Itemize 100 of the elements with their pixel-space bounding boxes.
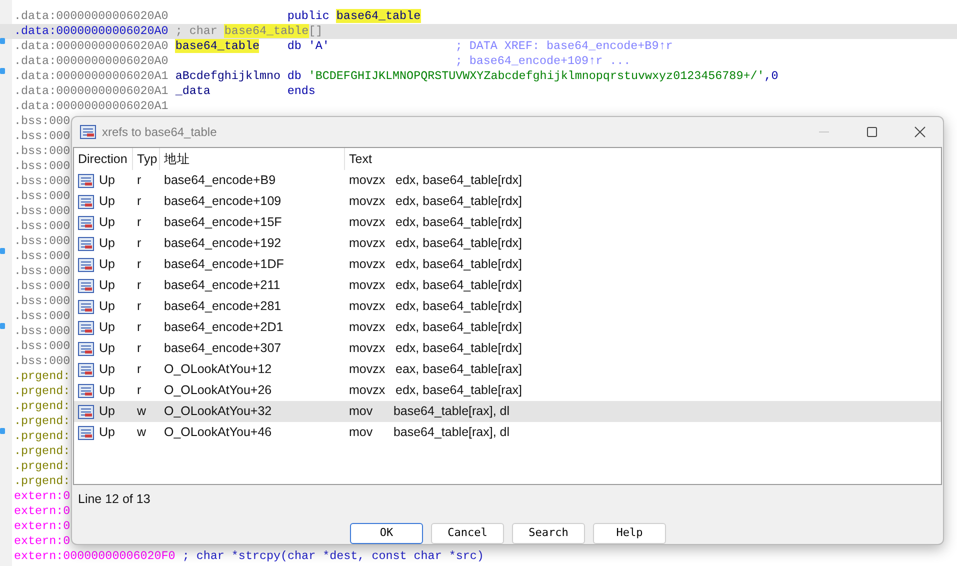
close-icon[interactable] bbox=[914, 126, 926, 138]
type-text: w bbox=[136, 403, 148, 420]
instruction-text: movzx edx, base64_table[rdx] bbox=[348, 319, 522, 336]
window-title: xrefs to base64_table bbox=[102, 124, 217, 141]
address-text: .prgend: bbox=[14, 458, 70, 475]
instruction-text: movzx edx, base64_table[rdx] bbox=[348, 340, 522, 358]
address-text: base64_encode+15F bbox=[163, 214, 283, 232]
address-text: O_OLookAtYou+46 bbox=[163, 424, 273, 442]
comment-text: ; char bbox=[175, 24, 218, 38]
code-text: db bbox=[287, 68, 302, 83]
address-text: .bss:000 bbox=[14, 188, 70, 205]
type-text: r bbox=[136, 256, 142, 274]
address-text: base64_encode+1DF bbox=[163, 256, 285, 274]
xref-list-icon bbox=[78, 300, 94, 314]
address-text: .data:00000000006020A0 bbox=[14, 22, 168, 40]
code-text: _data bbox=[175, 84, 210, 98]
address-text: extern:0 bbox=[14, 532, 70, 550]
code-text: 'BCDEFGHIJKLMNOPQRSTUVWXYZabcdefghijklmnopqrstuvwxyz0123456789+/' bbox=[308, 68, 764, 83]
address-text: .bss:000 bbox=[14, 308, 70, 325]
comment-text: base64_table bbox=[224, 24, 309, 38]
address-text: base64_encode+192 bbox=[163, 235, 282, 252]
address-text: .bss:000 bbox=[14, 158, 70, 175]
dialog-button[interactable]: Help bbox=[593, 523, 666, 544]
xref-list-icon bbox=[80, 125, 96, 139]
breakpoint-marker-icon bbox=[0, 428, 5, 434]
column-header[interactable]: Text bbox=[345, 148, 941, 170]
breakpoint-marker-icon bbox=[0, 38, 5, 44]
xref-row[interactable]: Up w O_OLookAtYou+32 mov base64_table[rax], dl bbox=[74, 401, 941, 422]
address-text: .bss:000 bbox=[14, 338, 70, 355]
dialog-button[interactable]: Cancel bbox=[431, 523, 504, 544]
comment-text: ; DATA XREF: base64_encode+B9↑r bbox=[455, 38, 673, 55]
instruction-text: movzx edx, base64_table[rdx] bbox=[348, 298, 522, 316]
address-text: .bss:000 bbox=[14, 262, 70, 280]
type-text: r bbox=[136, 382, 142, 400]
comment-text: ; base64_encode+109↑r ... bbox=[455, 52, 631, 70]
address-text: .prgend: bbox=[14, 442, 70, 460]
type-text: w bbox=[136, 424, 148, 442]
address-text: .bss:000 bbox=[14, 202, 70, 220]
address-text: .prgend: bbox=[14, 398, 70, 415]
type-text: r bbox=[136, 172, 142, 190]
instruction-text: mov base64_table[rax], dl bbox=[348, 403, 510, 420]
code-text: base64_table bbox=[175, 38, 260, 53]
address-text: extern:0 bbox=[14, 518, 70, 535]
direction-text: Up bbox=[99, 298, 115, 316]
direction-text: Up bbox=[99, 403, 115, 420]
address-text: .data:00000000006020A1 bbox=[14, 98, 168, 115]
comment-text: [] bbox=[308, 24, 323, 38]
xref-list-icon bbox=[78, 236, 94, 250]
instruction-text: movzx edx, base64_table[rdx] bbox=[348, 256, 522, 274]
address-text: .bss:000 bbox=[14, 352, 70, 370]
address-text: O_OLookAtYou+32 bbox=[163, 403, 273, 420]
dialog-button[interactable]: Search bbox=[512, 523, 585, 544]
address-text: base64_encode+281 bbox=[163, 298, 282, 316]
address-text: .data:00000000006020A0 bbox=[14, 38, 168, 55]
address-text: .prgend: bbox=[14, 368, 70, 385]
direction-text: Up bbox=[99, 214, 115, 232]
code-text: db 'A' bbox=[287, 38, 330, 53]
type-text: r bbox=[136, 298, 142, 316]
type-text: r bbox=[136, 319, 142, 336]
instruction-text: movzx edx, base64_table[rax] bbox=[348, 382, 522, 400]
xref-list-icon bbox=[78, 194, 94, 208]
address-text: base64_encode+109 bbox=[163, 193, 282, 210]
address-text: .prgend: bbox=[14, 412, 70, 430]
type-text: r bbox=[136, 361, 142, 378]
xref-list-icon bbox=[78, 278, 94, 292]
instruction-text: movzx eax, base64_table[rax] bbox=[348, 361, 522, 378]
address-text: extern:0 bbox=[14, 502, 70, 520]
address-text: .bss:000 bbox=[14, 142, 70, 160]
breakpoint-marker-icon bbox=[0, 248, 5, 254]
address-text: .bss:000 bbox=[14, 128, 70, 145]
direction-text: Up bbox=[99, 361, 115, 378]
breakpoint-marker-icon bbox=[0, 323, 5, 329]
maximize-icon[interactable] bbox=[866, 126, 878, 138]
address-text: .prgend: bbox=[14, 472, 70, 490]
direction-text: Up bbox=[99, 256, 115, 274]
direction-text: Up bbox=[99, 319, 115, 336]
xref-list-icon bbox=[78, 320, 94, 334]
direction-text: Up bbox=[99, 382, 115, 400]
address-text: .bss:000 bbox=[14, 232, 70, 250]
instruction-text: mov base64_table[rax], dl bbox=[348, 424, 510, 442]
xref-list-icon bbox=[78, 362, 94, 376]
instruction-text: movzx edx, base64_table[rdx] bbox=[348, 235, 522, 252]
type-text: r bbox=[136, 277, 142, 294]
direction-text: Up bbox=[99, 193, 115, 210]
type-text: r bbox=[136, 214, 142, 232]
address-text: base64_encode+B9 bbox=[163, 172, 277, 190]
direction-text: Up bbox=[99, 340, 115, 358]
address-text: extern:0 bbox=[14, 488, 70, 505]
address-text: .bss:000 bbox=[14, 172, 70, 190]
address-text: base64_encode+211 bbox=[163, 277, 282, 294]
address-text: .bss:000 bbox=[14, 292, 70, 310]
address-text: .bss:000 bbox=[14, 278, 70, 295]
address-text: .data:00000000006020A0 bbox=[14, 8, 168, 25]
direction-text: Up bbox=[99, 277, 115, 294]
instruction-text: movzx edx, base64_table[rdx] bbox=[348, 214, 522, 232]
type-text: r bbox=[136, 193, 142, 210]
address-text: .bss:000 bbox=[14, 322, 70, 340]
instruction-text: movzx edx, base64_table[rdx] bbox=[348, 193, 522, 210]
address-text: .data:00000000006020A1 bbox=[14, 68, 168, 85]
dialog-button[interactable]: OK bbox=[350, 523, 423, 544]
